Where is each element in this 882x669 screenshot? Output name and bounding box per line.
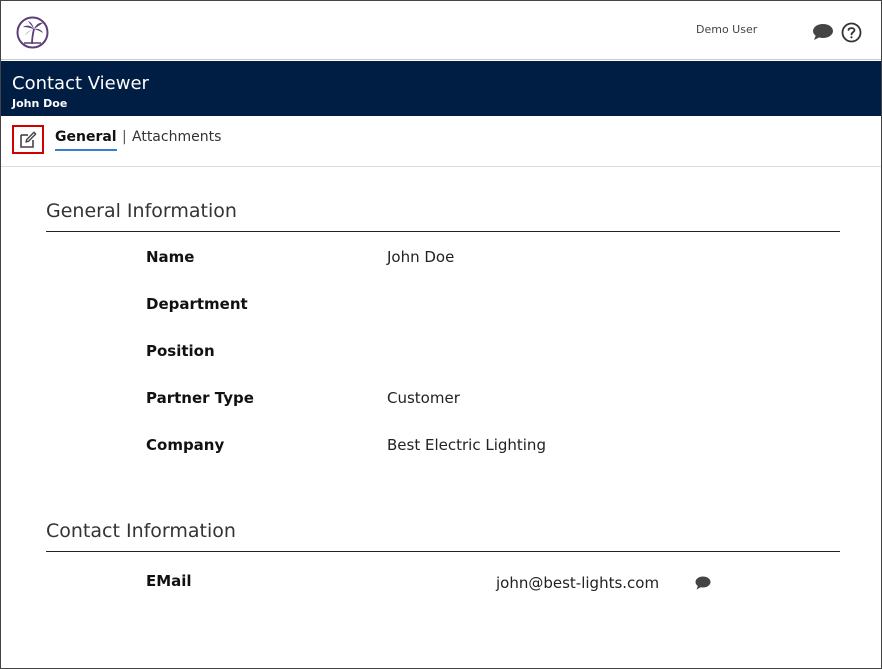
page-subtitle: John Doe: [12, 97, 68, 110]
edit-pencil-icon: [20, 131, 37, 148]
tab-separator: |: [122, 129, 127, 145]
position-label: Position: [146, 342, 215, 360]
email-label: EMail: [146, 572, 192, 590]
name-value: John Doe: [387, 248, 455, 266]
tab-bar: General | Attachments: [1, 116, 881, 167]
company-label: Company: [146, 436, 225, 454]
tab-general[interactable]: General: [55, 129, 117, 151]
palm-tree-logo-icon[interactable]: [16, 16, 49, 49]
user-name[interactable]: Demo User: [696, 23, 757, 36]
section-divider: [46, 231, 840, 232]
partner-type-label: Partner Type: [146, 389, 254, 407]
section-divider: [46, 551, 840, 552]
app-window: Demo User Contact Viewer John Doe Genera…: [0, 0, 882, 669]
chat-bubble-icon[interactable]: [812, 23, 834, 41]
department-label: Department: [146, 295, 248, 313]
chat-bubble-icon[interactable]: [695, 576, 711, 590]
edit-button[interactable]: [12, 125, 44, 154]
company-value: Best Electric Lighting: [387, 436, 546, 454]
tab-attachments[interactable]: Attachments: [132, 129, 221, 145]
page-title: Contact Viewer: [12, 73, 149, 94]
viewer-title-bar: Contact Viewer John Doe: [1, 61, 881, 116]
general-information-heading: General Information: [46, 200, 237, 222]
name-label: Name: [146, 248, 195, 266]
contact-information-heading: Contact Information: [46, 520, 236, 542]
email-value[interactable]: john@best-lights.com: [496, 574, 659, 592]
partner-type-value: Customer: [387, 389, 460, 407]
help-circle-icon[interactable]: [841, 22, 862, 43]
top-header: Demo User: [1, 1, 881, 60]
